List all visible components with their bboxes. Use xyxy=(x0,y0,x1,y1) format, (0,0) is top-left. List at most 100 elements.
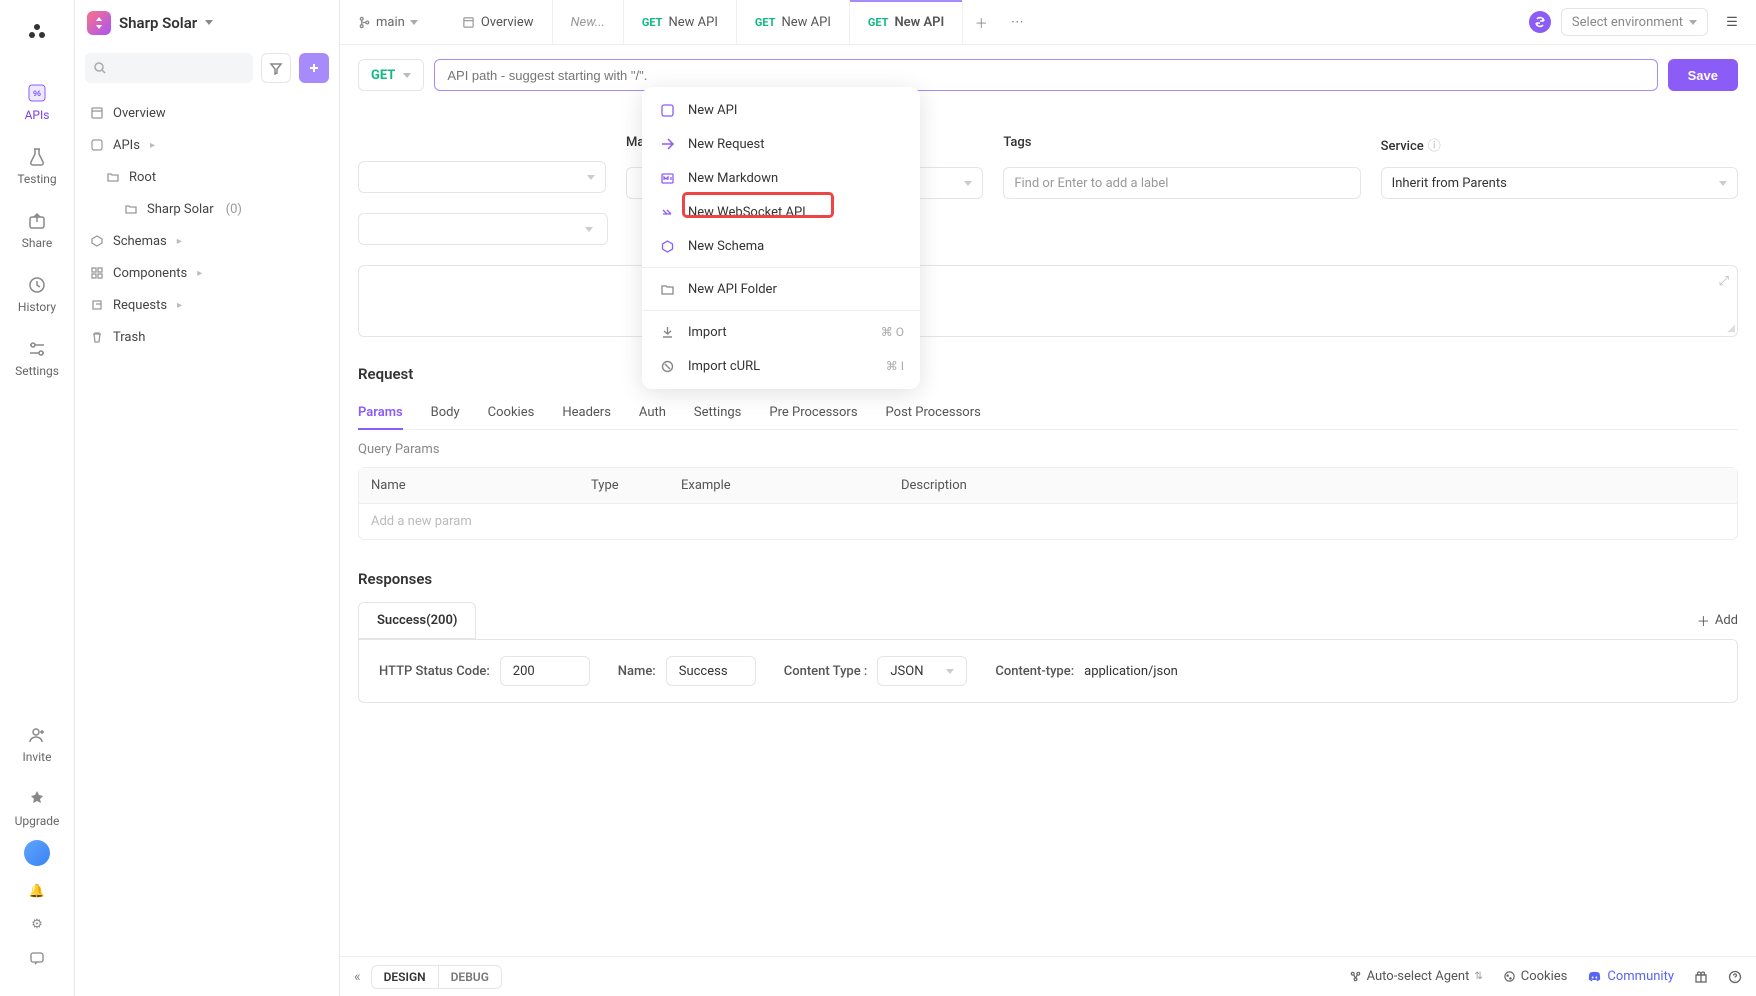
responses-tabs-row: Success(200) ＋ Add xyxy=(358,602,1738,639)
url-input[interactable] xyxy=(434,59,1657,91)
tree-root[interactable]: Root xyxy=(75,161,339,193)
testing-icon xyxy=(26,146,48,168)
status-code-input[interactable]: 200 xyxy=(500,656,590,686)
url-row: GET Save xyxy=(340,45,1756,101)
collapse-button[interactable]: « xyxy=(354,969,361,985)
community-button[interactable]: Community xyxy=(1587,969,1674,984)
caret-icon: ▸ xyxy=(197,268,202,279)
req-tab-settings[interactable]: Settings xyxy=(694,397,741,429)
rail-share[interactable]: Share xyxy=(0,198,74,262)
tab-api-1[interactable]: GET New API xyxy=(624,0,737,44)
tab-more-button[interactable]: ⋯ xyxy=(999,0,1035,44)
folder-selector[interactable] xyxy=(358,213,608,245)
response-name-input[interactable]: Success xyxy=(666,656,756,686)
new-button[interactable] xyxy=(299,53,329,83)
tags-label: Tags xyxy=(1003,135,1031,150)
req-tab-body[interactable]: Body xyxy=(431,397,460,429)
query-params-label: Query Params xyxy=(358,442,1738,457)
dd-new-request[interactable]: New Request xyxy=(642,127,920,161)
dd-new-folder[interactable]: New API Folder xyxy=(642,272,920,306)
bell-icon[interactable]: 🔔 xyxy=(29,884,45,899)
req-tab-auth[interactable]: Auth xyxy=(639,397,666,429)
debug-mode-button[interactable]: DEBUG xyxy=(439,966,501,988)
rail-history[interactable]: History xyxy=(0,262,74,326)
response-tab[interactable]: Success(200) xyxy=(358,602,476,639)
content-type-display: Content-type: application/json xyxy=(995,664,1177,679)
req-tab-headers[interactable]: Headers xyxy=(562,397,611,429)
rail-label: Invite xyxy=(23,750,52,764)
project-dropdown-caret[interactable] xyxy=(205,20,213,25)
feedback-icon[interactable] xyxy=(29,950,45,966)
design-mode-button[interactable]: DESIGN xyxy=(372,966,438,988)
dd-new-api[interactable]: New API xyxy=(642,93,920,127)
tabs: Overview New... GET New API GET New API … xyxy=(444,0,1035,44)
project-name[interactable]: Sharp Solar xyxy=(119,14,197,32)
gear-icon[interactable]: ⚙ xyxy=(31,917,43,932)
rail-invite[interactable]: Invite xyxy=(0,712,74,776)
requests-icon xyxy=(89,297,105,313)
description-textarea[interactable]: ⤢ ◢ xyxy=(358,265,1738,337)
tree-apis[interactable]: APIs ▸ xyxy=(75,129,339,161)
filter-button[interactable] xyxy=(261,53,291,83)
menu-button[interactable]: ☰ xyxy=(1718,8,1746,36)
chevron-down-icon xyxy=(1719,181,1727,186)
req-tab-cookies[interactable]: Cookies xyxy=(488,397,535,429)
dd-new-schema[interactable]: New Schema xyxy=(642,229,920,263)
content-type-field: Content Type : JSON xyxy=(784,656,968,686)
cookies-button[interactable]: Cookies xyxy=(1503,969,1568,984)
apis-icon: 96 xyxy=(26,82,48,104)
req-tab-post[interactable]: Post Processors xyxy=(886,397,981,429)
content-type-select[interactable]: JSON xyxy=(877,656,967,686)
req-tab-pre[interactable]: Pre Processors xyxy=(769,397,857,429)
status-code-field: HTTP Status Code: 200 xyxy=(379,656,590,686)
dd-import[interactable]: Import ⌘ O xyxy=(642,315,920,349)
rail-testing[interactable]: Testing xyxy=(0,134,74,198)
sidebar-tree: Overview APIs ▸ Root Sharp Solar (0) Sch… xyxy=(75,91,339,359)
help-button[interactable] xyxy=(1728,970,1742,984)
tab-api-3[interactable]: GET New API xyxy=(850,0,963,44)
content-scroll[interactable]: Maintainer Tags Find or Enter to add a l… xyxy=(340,101,1756,956)
tree-schemas[interactable]: Schemas ▸ xyxy=(75,225,339,257)
caret-icon: ▸ xyxy=(150,140,155,151)
chevron-down-icon xyxy=(587,175,595,180)
tab-api-2[interactable]: GET New API xyxy=(737,0,850,44)
method-selector[interactable]: GET xyxy=(358,59,424,91)
dd-new-websocket[interactable]: New WebSocket API xyxy=(642,195,920,229)
agent-selector[interactable]: Auto-select Agent ⇅ xyxy=(1349,969,1483,984)
add-response-button[interactable]: ＋ Add xyxy=(1697,611,1738,630)
rail-apis[interactable]: 96 APIs xyxy=(0,70,74,134)
tree-components[interactable]: Components ▸ xyxy=(75,257,339,289)
user-avatar[interactable] xyxy=(24,840,50,866)
tree-sharp-solar[interactable]: Sharp Solar (0) xyxy=(75,193,339,225)
rail-upgrade[interactable]: Upgrade xyxy=(0,776,74,840)
rail-label: APIs xyxy=(25,108,50,122)
expand-icon[interactable]: ⤢ xyxy=(1719,274,1729,289)
resize-handle[interactable]: ◢ xyxy=(1727,323,1735,334)
status-select[interactable] xyxy=(358,161,606,193)
dd-new-markdown[interactable]: New Markdown xyxy=(642,161,920,195)
separator xyxy=(642,267,920,268)
tree-requests[interactable]: Requests ▸ xyxy=(75,289,339,321)
new-tab-button[interactable]: ＋ xyxy=(963,0,999,44)
sidebar-search[interactable] xyxy=(85,53,253,83)
save-button[interactable]: Save xyxy=(1668,59,1738,91)
service-select[interactable]: Inherit from Parents xyxy=(1381,167,1738,199)
meta-tags-field: Tags Find or Enter to add a label xyxy=(1003,161,1360,199)
environment-selector[interactable]: Select environment xyxy=(1561,8,1708,36)
tree-trash[interactable]: Trash xyxy=(75,321,339,353)
branch-selector[interactable]: main xyxy=(350,11,426,34)
gift-button[interactable] xyxy=(1694,970,1708,984)
trash-icon xyxy=(89,329,105,345)
tree-overview[interactable]: Overview xyxy=(75,97,339,129)
discord-icon xyxy=(1587,969,1602,984)
tab-new[interactable]: New... xyxy=(553,0,624,44)
help-icon[interactable]: ⓘ xyxy=(1428,139,1441,154)
rail-settings[interactable]: Settings xyxy=(0,326,74,390)
tab-overview[interactable]: Overview xyxy=(444,0,553,44)
dd-import-curl[interactable]: Import cURL ⌘ I xyxy=(642,349,920,383)
app-logo[interactable] xyxy=(19,14,55,50)
tags-input[interactable]: Find or Enter to add a label xyxy=(1003,167,1360,199)
add-param-row[interactable]: Add a new param xyxy=(359,504,1737,539)
req-tab-params[interactable]: Params xyxy=(358,397,403,430)
sync-status[interactable] xyxy=(1529,11,1551,33)
